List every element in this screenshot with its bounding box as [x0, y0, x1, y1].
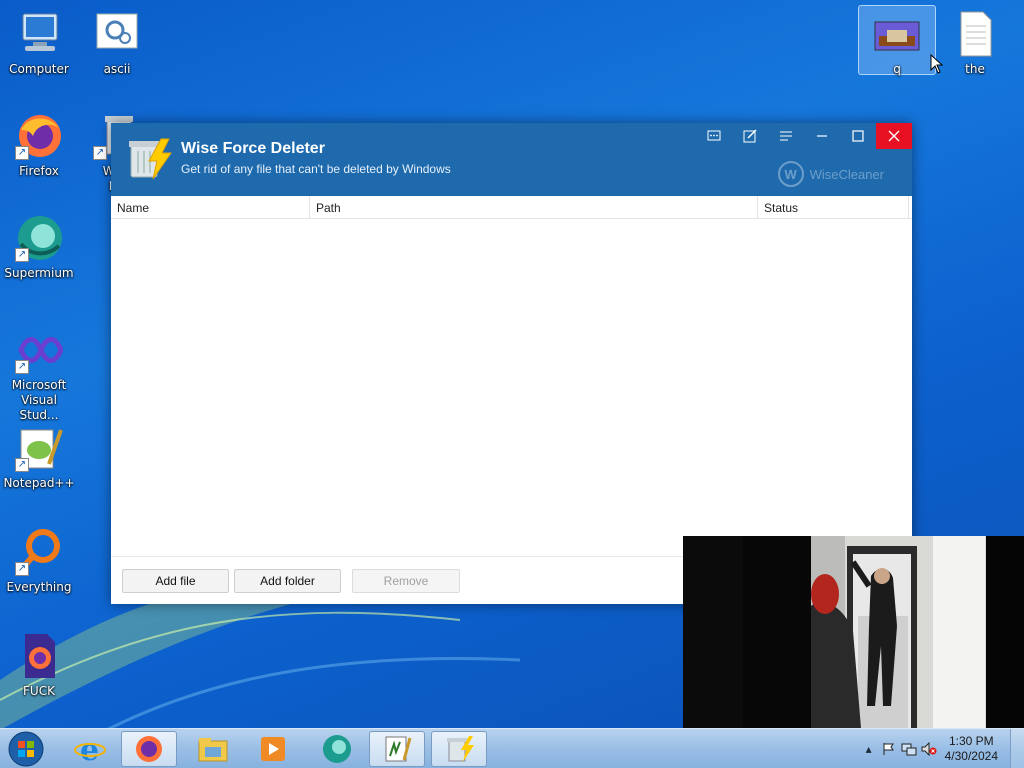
- system-tray: ▴ 1:30 PM 4/30/2024: [859, 729, 1024, 768]
- column-header-status[interactable]: Status: [758, 196, 909, 218]
- desktop-icon-notepadpp[interactable]: ↗ Notepad++: [0, 424, 78, 491]
- add-folder-button[interactable]: Add folder: [234, 569, 341, 593]
- supermium-icon: [323, 735, 351, 763]
- taskbar-clock[interactable]: 1:30 PM 4/30/2024: [945, 734, 998, 764]
- action-center-flag-icon[interactable]: [879, 739, 899, 759]
- desktop-icon-fuck[interactable]: FUCK: [0, 632, 78, 699]
- app-icon: [385, 736, 412, 762]
- firefox-file-icon: [15, 632, 63, 680]
- windows-start-icon: [8, 731, 44, 767]
- desktop-icon-everything[interactable]: ↗ Everything: [0, 528, 78, 595]
- column-header-name[interactable]: Name: [111, 196, 310, 218]
- maximize-icon[interactable]: [840, 123, 876, 149]
- shortcut-arrow-icon: ↗: [15, 146, 29, 160]
- menu-icon[interactable]: [768, 123, 804, 149]
- taskbar-wise-force-deleter[interactable]: [431, 731, 487, 767]
- column-header-path[interactable]: Path: [310, 196, 758, 218]
- start-button[interactable]: [6, 730, 46, 768]
- desktop-icon-the[interactable]: the: [936, 10, 1014, 77]
- file-table-header: Name Path Status: [111, 196, 912, 219]
- app-title: Wise Force Deleter: [181, 140, 325, 157]
- feedback-icon[interactable]: [696, 123, 732, 149]
- window-titlebar[interactable]: Wise Force Deleter Get rid of any file t…: [111, 123, 912, 196]
- wisecleaner-logo-icon: W: [777, 161, 804, 187]
- mouse-cursor-icon: [930, 54, 944, 74]
- desktop-icon-label: Microsoft: [11, 378, 67, 392]
- supermium-icon: ↗: [15, 214, 63, 262]
- wise-force-deleter-logo-icon: [127, 137, 175, 181]
- desktop-icon-visual-studio[interactable]: ↗ Microsoft Visual Stud...: [0, 326, 78, 423]
- shortcut-arrow-icon: ↗: [93, 146, 107, 160]
- media-player-icon: [261, 737, 285, 761]
- wise-force-deleter-window[interactable]: Wise Force Deleter Get rid of any file t…: [111, 123, 912, 604]
- desktop-icon-firefox[interactable]: ↗ Firefox: [0, 112, 78, 179]
- desktop-icon-label: ascii: [103, 62, 131, 76]
- everything-search-icon: ↗: [15, 528, 63, 576]
- minimize-icon[interactable]: [804, 123, 840, 149]
- desktop-icon-label: Everything: [6, 580, 72, 594]
- taskbar-app[interactable]: [369, 731, 425, 767]
- wisecleaner-brand: W WiseCleaner: [777, 161, 884, 187]
- taskbar-firefox[interactable]: [121, 731, 177, 767]
- desktop-icon-label: Firefox: [19, 164, 59, 178]
- show-hidden-icons-icon[interactable]: ▴: [859, 739, 879, 759]
- add-file-button[interactable]: Add file: [122, 569, 229, 593]
- notepadpp-icon: ↗: [15, 424, 63, 472]
- network-icon[interactable]: [899, 739, 919, 759]
- desktop-icon-computer[interactable]: Computer: [0, 10, 78, 77]
- clock-time: 1:30 PM: [948, 734, 994, 748]
- desktop-icon-supermium[interactable]: ↗ Supermium: [0, 214, 78, 281]
- shortcut-arrow-icon: ↗: [15, 458, 29, 472]
- taskbar-supermium[interactable]: [309, 731, 365, 767]
- file-explorer-icon: [198, 738, 228, 762]
- video-frame-image: [683, 536, 1024, 728]
- desktop-icon-label: Supermium: [4, 266, 74, 280]
- clock-date: 4/30/2024: [944, 749, 998, 763]
- show-desktop-button[interactable]: [1010, 729, 1024, 768]
- desktop-icon-q[interactable]: q: [858, 5, 936, 76]
- desktop-icon-label: Notepad++: [3, 476, 75, 490]
- close-icon[interactable]: [876, 123, 912, 149]
- desktop-icon-label: Computer: [9, 62, 69, 76]
- shortcut-arrow-icon: ↗: [15, 562, 29, 576]
- app-subtitle: Get rid of any file that can't be delete…: [181, 162, 451, 176]
- taskbar-file-explorer[interactable]: [185, 731, 241, 767]
- settings-document-icon: [93, 10, 141, 58]
- window-controls: [696, 123, 912, 149]
- firefox-icon: [136, 736, 162, 762]
- image-file-icon: [873, 18, 921, 66]
- shortcut-arrow-icon: ↗: [15, 360, 29, 374]
- taskbar-media-player[interactable]: [245, 731, 301, 767]
- svg-text:e: e: [80, 733, 99, 765]
- desktop-icon-ascii[interactable]: ascii: [78, 10, 156, 77]
- desktop-icon-label: FUCK: [23, 684, 55, 698]
- visual-studio-icon: ↗: [15, 326, 64, 374]
- remove-button[interactable]: Remove: [352, 569, 460, 593]
- ie-icon: e: [74, 733, 106, 765]
- desktop-icon-label-line2: Visual Stud...: [19, 393, 59, 422]
- text-file-icon: [951, 10, 999, 58]
- taskbar: e ▴ 1:30 PM 4/30/2024: [0, 728, 1024, 768]
- volume-muted-icon[interactable]: [919, 739, 939, 759]
- brand-label: WiseCleaner: [809, 166, 884, 182]
- computer-icon: [15, 10, 63, 58]
- shortcut-arrow-icon: ↗: [15, 248, 29, 262]
- desktop-icon-label: the: [965, 62, 985, 76]
- wise-force-deleter-icon: [447, 736, 474, 762]
- file-table-body[interactable]: [111, 219, 912, 555]
- firefox-icon: ↗: [15, 112, 63, 160]
- video-overlay[interactable]: [683, 536, 1024, 728]
- taskbar-internet-explorer[interactable]: e: [62, 731, 118, 767]
- edit-icon[interactable]: [732, 123, 768, 149]
